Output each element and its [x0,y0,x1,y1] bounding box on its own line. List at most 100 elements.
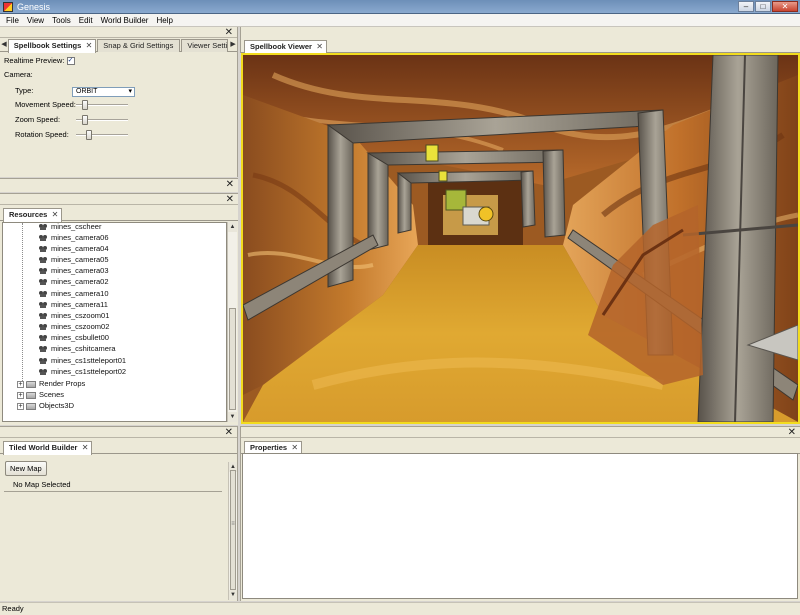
camera-icon [39,301,48,309]
spellbook-viewer-viewport[interactable] [241,53,800,424]
camera-icon [39,345,48,353]
folder-icon [26,380,36,388]
tree-item-mines-cscheer[interactable]: mines_cscheer [39,222,102,232]
movement-speed-slider[interactable] [76,100,128,110]
collapsed-panel: ✕ [0,178,238,192]
tab-viewer-settings-label: Viewer Settin [187,41,229,50]
settings-panel: ✕ ◀ Spellbook Settings ✕ Snap & Grid Set… [0,27,238,177]
rotation-speed-thumb[interactable] [86,130,92,140]
tab-scroll-right-icon[interactable]: ▶ [229,39,237,52]
tree-item-mines-camera04[interactable]: mines_camera04 [39,244,109,254]
window-title: Genesis [17,2,51,12]
expand-icon[interactable]: + [17,391,24,399]
tree-folder-objects3d[interactable]: + Objects3D [17,401,74,411]
tree-item-mines-csbullet00[interactable]: mines_csbullet00 [39,333,109,343]
tab-spellbook-viewer-close-icon[interactable]: ✕ [316,41,323,53]
tab-resources-close-icon[interactable]: ✕ [52,209,59,221]
movement-speed-label: Movement Speed: [15,100,76,109]
collapsed-panel-close-icon[interactable]: ✕ [226,179,234,190]
tree-folder-render-props[interactable]: + Render Props [17,379,85,389]
zoom-speed-slider[interactable] [76,115,128,125]
tree-item-mines-camera05[interactable]: mines_camera05 [39,255,109,265]
tree-item-label: mines_camera02 [51,277,109,286]
close-window-button[interactable]: ✕ [772,1,798,12]
zoom-speed-thumb[interactable] [82,115,88,125]
properties-panel-bar: ✕ [241,427,800,438]
viewer-tabstrip: Spellbook Viewer ✕ [241,40,800,54]
tree-folder-scenes[interactable]: + Scenes [17,390,64,400]
camera-type-select[interactable]: ORBIT ▾ [72,87,135,97]
settings-panel-bar: ✕ [0,27,237,38]
rotation-speed-slider[interactable] [76,130,128,140]
camera-icon [39,323,48,331]
tab-scroll-left-icon[interactable]: ◀ [0,39,8,52]
tab-tiled-world-builder-close-icon[interactable]: ✕ [82,442,89,454]
maximize-button[interactable]: □ [755,1,771,12]
tab-properties-label: Properties [250,443,288,452]
tree-item-label: mines_cscheer [51,222,102,231]
tree-item-mines-cshitcamera[interactable]: mines_cshitcamera [39,344,116,354]
camera-icon [39,290,48,298]
menu-file[interactable]: File [2,14,23,26]
realtime-preview-checkbox[interactable]: ✓ [66,57,75,66]
camera-icon [39,234,48,242]
folder-icon [26,391,36,399]
resources-scrollbar[interactable]: ▲ ▼ [227,222,237,422]
menu-tools[interactable]: Tools [48,14,75,26]
camera-icon [39,312,48,320]
tiled-scroll-thumb[interactable]: ≡ [230,470,236,590]
tree-item-mines-camera06[interactable]: mines_camera06 [39,233,109,243]
tree-item-mines-cszoom01[interactable]: mines_cszoom01 [39,311,109,321]
settings-panel-close-icon[interactable]: ✕ [225,27,233,38]
tab-spellbook-settings[interactable]: Spellbook Settings ✕ [7,39,97,53]
menu-world-builder[interactable]: World Builder [97,14,153,26]
expand-icon[interactable]: + [17,402,24,410]
camera-icon [39,278,48,286]
tiled-scrollbar[interactable]: ▲ ≡ ▼ [228,462,237,600]
expand-icon[interactable]: + [17,380,24,388]
title-bar: Genesis – □ ✕ [0,0,800,14]
tree-guide-line [22,223,23,383]
movement-speed-thumb[interactable] [82,100,88,110]
minimize-button[interactable]: – [738,1,754,12]
tree-item-label: mines_csbullet00 [51,333,109,342]
menu-edit[interactable]: Edit [75,14,97,26]
tree-item-mines-cs1stteleport02[interactable]: mines_cs1stteleport02 [39,367,126,377]
tab-resources-label: Resources [9,210,48,219]
tree-item-mines-camera02[interactable]: mines_camera02 [39,277,109,287]
tab-spellbook-settings-close-icon[interactable]: ✕ [86,40,93,52]
tab-snap-grid-settings[interactable]: Snap & Grid Settings [97,39,181,52]
tree-item-mines-camera10[interactable]: mines_camera10 [39,289,109,299]
menu-bar: File View Tools Edit World Builder Help [0,14,800,27]
map-status-text: No Map Selected [13,480,71,489]
tree-item-mines-cszoom02[interactable]: mines_cszoom02 [39,322,109,332]
tree-item-label: mines_camera05 [51,255,109,264]
resources-scroll-thumb[interactable] [229,308,236,410]
menu-view[interactable]: View [23,14,48,26]
new-map-button[interactable]: New Map [5,461,47,476]
scroll-down-icon[interactable]: ▼ [229,590,237,600]
tree-item-mines-cs1stteleport01[interactable]: mines_cs1stteleport01 [39,356,126,366]
tree-item-mines-camera03[interactable]: mines_camera03 [39,266,109,276]
tree-item-label: mines_camera03 [51,266,109,275]
scroll-up-icon[interactable]: ▲ [228,222,237,232]
tree-item-label: mines_cshitcamera [51,344,116,353]
tree-folder-label: Objects3D [39,401,75,410]
scroll-down-icon[interactable]: ▼ [228,412,237,422]
tiled-panel-bar: ✕ [0,427,237,438]
tree-item-label: mines_cs1stteleport02 [51,367,127,376]
tab-tiled-world-builder[interactable]: Tiled World Builder ✕ [3,441,93,455]
tiled-panel-close-icon[interactable]: ✕ [225,427,233,438]
tab-resources[interactable]: Resources ✕ [3,208,63,222]
resources-tabstrip: Resources ✕ [0,208,238,222]
resources-panel-close-icon[interactable]: ✕ [226,194,234,205]
tree-folder-label: Render Props [39,379,86,388]
menu-help[interactable]: Help [152,14,176,26]
tab-viewer-settings[interactable]: Viewer Settin [181,39,229,52]
tab-spellbook-viewer[interactable]: Spellbook Viewer ✕ [244,40,327,54]
tree-item-mines-camera11[interactable]: mines_camera11 [39,300,108,310]
resources-tree: mines_cscheer mines_camera06 mines_camer… [2,222,227,422]
properties-panel-close-icon[interactable]: ✕ [788,427,796,438]
camera-icon [39,245,48,253]
scroll-grip-icon: ≡ [231,521,235,527]
